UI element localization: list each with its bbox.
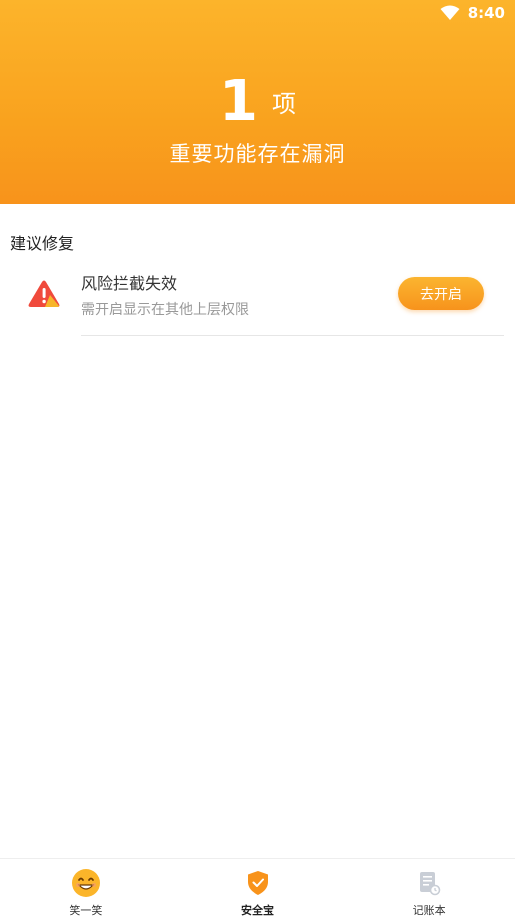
bottom-tab-bar: 笑一笑 安全宝 记账本 bbox=[0, 858, 515, 920]
notebook-icon bbox=[414, 868, 444, 898]
section-title: 建议修复 bbox=[10, 234, 75, 253]
tab-security[interactable]: 安全宝 bbox=[172, 859, 344, 920]
issue-count-unit: 项 bbox=[271, 90, 296, 118]
shield-icon bbox=[243, 868, 273, 898]
tab-label: 记账本 bbox=[412, 904, 446, 917]
issue-count-number: 1 bbox=[219, 69, 258, 134]
issue-description: 需开启显示在其他上层权限 bbox=[81, 302, 249, 318]
enable-permission-button[interactable]: 去开启 bbox=[398, 277, 484, 310]
tab-notebook[interactable]: 记账本 bbox=[343, 859, 515, 920]
issue-count: 1 项 bbox=[0, 70, 515, 134]
issue-title: 风险拦截失效 bbox=[81, 274, 178, 293]
warning-icon bbox=[28, 280, 60, 307]
tab-smile[interactable]: 笑一笑 bbox=[0, 859, 172, 920]
header-banner: 8:40 1 项 重要功能存在漏洞 bbox=[0, 0, 515, 204]
status-bar: 8:40 bbox=[440, 2, 505, 24]
smile-icon bbox=[71, 868, 101, 898]
tab-label: 安全宝 bbox=[241, 904, 274, 917]
status-time: 8:40 bbox=[467, 4, 505, 22]
issue-row: 风险拦截失效 需开启显示在其他上层权限 去开启 bbox=[0, 262, 515, 336]
tab-label: 笑一笑 bbox=[69, 904, 103, 917]
header-subtitle: 重要功能存在漏洞 bbox=[169, 142, 346, 166]
divider bbox=[81, 335, 504, 336]
wifi-icon bbox=[440, 5, 460, 20]
